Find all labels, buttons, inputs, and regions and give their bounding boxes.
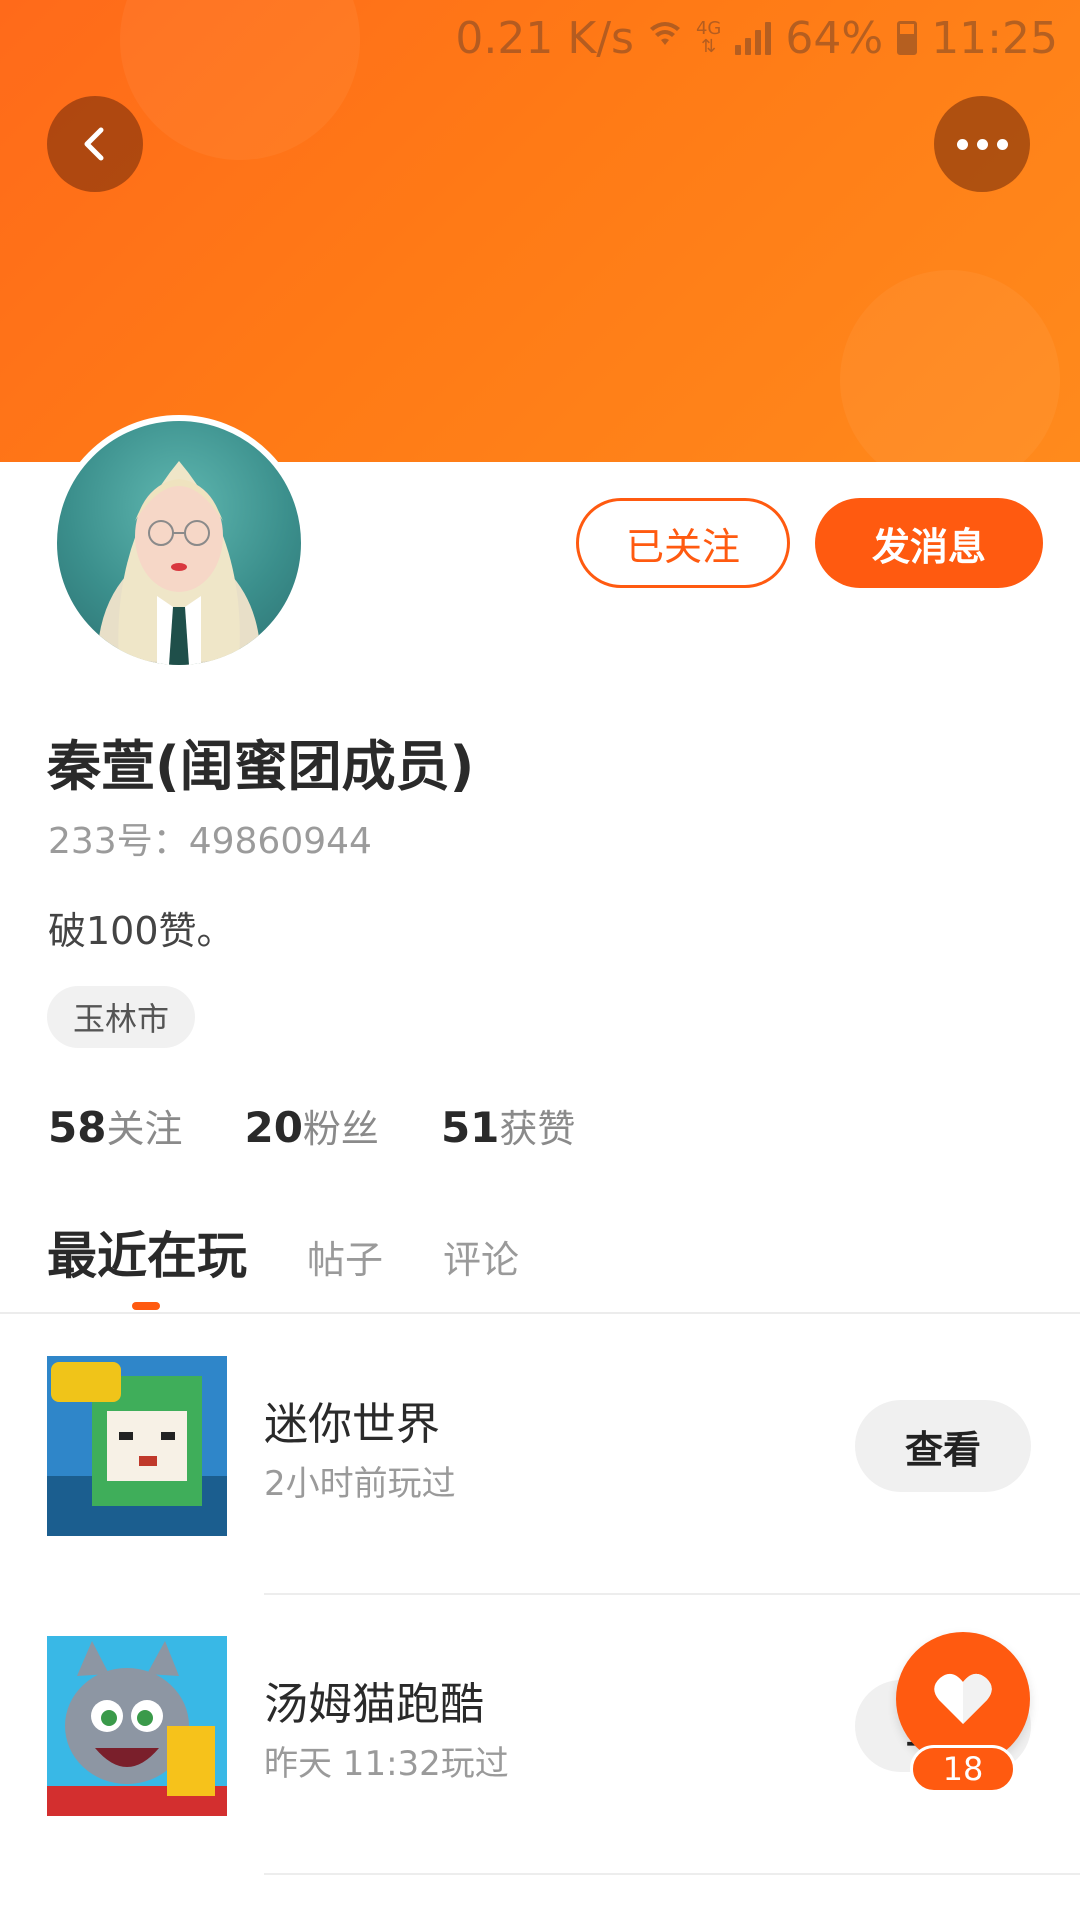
clock: 11:25 bbox=[931, 12, 1058, 64]
tab-comments[interactable]: 评论 bbox=[443, 1229, 519, 1284]
game-icon-mini-world bbox=[47, 1356, 227, 1536]
stat-likes[interactable]: 51获赞 bbox=[441, 1098, 575, 1153]
signal-icon bbox=[735, 21, 772, 55]
header-banner: 0.21 K/s 4G ⇅ 64% 11:25 bbox=[0, 0, 1080, 462]
game-title: 迷你世界 bbox=[264, 1399, 440, 1450]
banner-decoration bbox=[840, 270, 1060, 462]
list-item[interactable]: 迷你世界 2小时前玩过 查看 bbox=[0, 1314, 1080, 1592]
stat-number: 51 bbox=[440, 1103, 500, 1152]
game-title: 汤姆猫跑酷 bbox=[264, 1679, 484, 1730]
heart-icon bbox=[934, 1673, 992, 1724]
stat-following[interactable]: 58关注 bbox=[48, 1098, 182, 1153]
stat-number: 20 bbox=[244, 1103, 303, 1152]
divider bbox=[264, 1873, 1080, 1875]
followed-button[interactable]: 已关注 bbox=[576, 498, 790, 588]
status-bar: 0.21 K/s 4G ⇅ 64% 11:25 bbox=[455, 10, 1058, 66]
banner-decoration bbox=[120, 0, 360, 160]
stat-followers[interactable]: 20粉丝 bbox=[244, 1098, 378, 1153]
game-icon-talking-tom bbox=[47, 1636, 227, 1816]
user-id: 233号：49860944 bbox=[48, 821, 372, 862]
chevron-left-icon bbox=[84, 127, 104, 161]
tab-recently-played[interactable]: 最近在玩 bbox=[47, 1216, 247, 1288]
stat-label: 关注 bbox=[106, 1107, 183, 1151]
battery-icon bbox=[897, 21, 918, 55]
more-dots-icon bbox=[956, 138, 1008, 150]
wifi-icon bbox=[648, 17, 682, 60]
game-last-played: 昨天 11:32玩过 bbox=[264, 1744, 509, 1784]
tab-posts[interactable]: 帖子 bbox=[307, 1229, 383, 1284]
user-name: 秦萱(闺蜜团成员) bbox=[47, 735, 475, 798]
stat-label: 粉丝 bbox=[302, 1107, 379, 1151]
net-speed: 0.21 K/s bbox=[455, 12, 634, 64]
game-last-played: 2小时前玩过 bbox=[264, 1464, 456, 1504]
avatar[interactable] bbox=[51, 415, 307, 671]
send-message-button[interactable]: 发消息 bbox=[815, 498, 1043, 588]
more-button[interactable] bbox=[934, 96, 1030, 192]
network-type: 4G ⇅ bbox=[695, 18, 722, 57]
battery-percent: 64% bbox=[785, 12, 884, 64]
stat-label: 获赞 bbox=[499, 1107, 576, 1151]
view-button[interactable]: 查看 bbox=[855, 1400, 1031, 1492]
active-tab-indicator bbox=[132, 1302, 160, 1310]
back-button[interactable] bbox=[47, 96, 143, 192]
stat-number: 58 bbox=[48, 1103, 107, 1152]
like-count-badge: 18 bbox=[910, 1745, 1016, 1793]
location-tag: 玉林市 bbox=[47, 986, 196, 1048]
user-bio: 破100赞。 bbox=[48, 909, 235, 953]
profile-tabs: 最近在玩 帖子 评论 bbox=[47, 1216, 519, 1288]
profile-stats: 58关注 20粉丝 51获赞 bbox=[48, 1098, 575, 1153]
